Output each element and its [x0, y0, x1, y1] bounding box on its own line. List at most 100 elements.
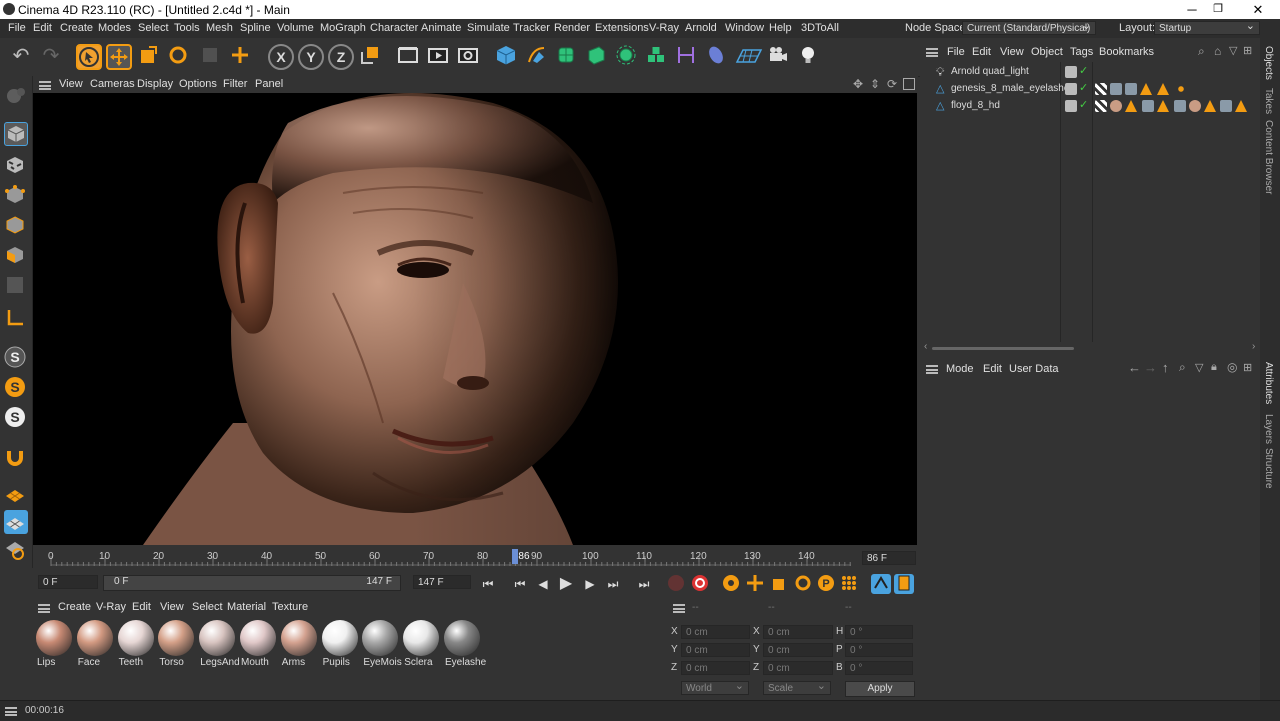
edges-mode-icon[interactable]: [4, 214, 28, 238]
solo-hierarchy-icon[interactable]: S: [4, 406, 28, 430]
material-swatch[interactable]: Pupils: [321, 619, 359, 668]
object-menu-object[interactable]: Object: [1031, 46, 1063, 58]
weight-tag-icon[interactable]: [1235, 100, 1247, 112]
render-picture-viewer-icon[interactable]: [427, 44, 453, 70]
material-swatch[interactable]: Torso: [157, 619, 195, 668]
close-button[interactable]: ✕: [1236, 0, 1280, 19]
position-key-icon[interactable]: [745, 574, 765, 594]
menu-spline[interactable]: Spline: [240, 22, 271, 34]
tab-takes[interactable]: Takes: [1263, 88, 1274, 114]
points-mode-icon[interactable]: [4, 184, 28, 208]
material-swatch[interactable]: Sclera: [402, 619, 440, 668]
cloner-icon[interactable]: [615, 44, 641, 70]
material-panel-menu-icon[interactable]: [38, 604, 50, 613]
attribute-new-panel-icon[interactable]: ⊞: [1243, 361, 1252, 374]
viewport-panel-menu-icon[interactable]: [39, 81, 51, 90]
coord-pos-z-field[interactable]: 0 cm: [681, 661, 750, 675]
scroll-left-icon[interactable]: ‹: [924, 341, 927, 352]
undo-icon[interactable]: ↶: [8, 44, 34, 70]
uv-mode-icon[interactable]: [4, 274, 28, 298]
menu-render[interactable]: Render: [554, 22, 590, 34]
attribute-menu-userdata[interactable]: User Data: [1009, 363, 1059, 375]
attribute-search-icon[interactable]: ⌕: [1179, 360, 1186, 375]
material-swatch[interactable]: EyeMois: [361, 619, 402, 668]
weight-tag-icon[interactable]: [1140, 83, 1152, 95]
enabled-check-icon[interactable]: ✓: [1079, 98, 1088, 111]
object-panel-menu-icon[interactable]: [926, 48, 938, 57]
live-select-icon[interactable]: [229, 44, 255, 70]
coord-space-dropdown[interactable]: World: [681, 679, 749, 695]
menu-window[interactable]: Window: [725, 22, 764, 34]
material-swatch[interactable]: Lips: [35, 619, 73, 668]
parameter-key-icon[interactable]: P: [816, 574, 836, 594]
attribute-panel-menu-icon[interactable]: [926, 365, 938, 374]
previous-key-icon[interactable]: ⏮: [510, 574, 530, 594]
menu-tools[interactable]: Tools: [174, 22, 200, 34]
menu-volume[interactable]: Volume: [277, 22, 314, 34]
make-editable-icon[interactable]: [4, 84, 28, 108]
coordinates-panel-menu-icon[interactable]: [673, 604, 685, 613]
layer-visibility-icon[interactable]: [1065, 66, 1077, 78]
point-level-animation-icon[interactable]: [839, 574, 859, 594]
home-icon[interactable]: ⌂: [1214, 44, 1221, 58]
timeline-ruler[interactable]: 0 10 20 30 40 50 60 70 80 90 100 110 120 130 140 86 86…: [33, 546, 918, 568]
play-icon[interactable]: ▶: [556, 574, 576, 594]
y-axis-lock-icon[interactable]: Y: [298, 44, 324, 70]
viewport-menu-cameras[interactable]: Cameras: [90, 78, 135, 90]
target-icon[interactable]: ◎: [1227, 360, 1237, 374]
weight-tag-icon[interactable]: [1204, 100, 1216, 112]
filter-icon[interactable]: ▽: [1229, 44, 1237, 57]
enabled-check-icon[interactable]: ✓: [1079, 81, 1088, 94]
restore-button[interactable]: ❐: [1196, 0, 1240, 19]
workplane-lock-icon[interactable]: [4, 538, 28, 562]
viewport-menu-view[interactable]: View: [59, 78, 83, 90]
menu-mesh[interactable]: Mesh: [206, 22, 233, 34]
keyframe-selection-icon[interactable]: [721, 574, 741, 594]
solo-icon[interactable]: S: [4, 376, 28, 400]
back-arrow-icon[interactable]: ←: [1128, 360, 1141, 375]
object-list-scrollbar[interactable]: ‹ ›: [922, 341, 1258, 355]
menu-character[interactable]: Character: [370, 22, 418, 34]
subdivision-surface-icon[interactable]: [555, 44, 581, 70]
weight-tag-icon[interactable]: [1157, 100, 1169, 112]
redo-icon[interactable]: ↷: [38, 44, 64, 70]
tab-content-browser[interactable]: Content Browser: [1263, 120, 1274, 194]
viewport-menu-display[interactable]: Display: [137, 78, 173, 90]
next-frame-icon[interactable]: ▶: [580, 574, 600, 594]
material-tag-icon[interactable]: [1189, 100, 1201, 112]
coord-mode-dropdown[interactable]: Scale: [763, 679, 831, 695]
pen-spline-icon[interactable]: [525, 44, 551, 70]
rotation-key-icon[interactable]: [793, 574, 813, 594]
light-icon[interactable]: [797, 44, 823, 70]
object-row-arnold-light[interactable]: 💡︎ Arnold quad_light ✓: [922, 64, 1258, 80]
lock-icon[interactable]: 🔒︎: [1211, 361, 1217, 374]
material-tag-icon[interactable]: [1142, 100, 1154, 112]
viewport-menu-options[interactable]: Options: [179, 78, 217, 90]
object-menu-file[interactable]: File: [947, 46, 965, 58]
attribute-filter-icon[interactable]: ▽: [1195, 361, 1203, 374]
cube-icon[interactable]: [495, 44, 521, 70]
texture-tag-icon[interactable]: [1095, 83, 1107, 95]
go-to-start-icon[interactable]: ⏮: [478, 574, 498, 594]
coord-size-y-field[interactable]: 0 cm: [763, 643, 833, 657]
coord-rot-h-field[interactable]: 0 °: [845, 625, 913, 639]
material-swatch[interactable]: LegsAnd: [198, 619, 240, 668]
motion-system-icon[interactable]: [871, 574, 891, 594]
layer-visibility-icon[interactable]: [1065, 83, 1077, 95]
next-key-icon[interactable]: ⏭: [603, 574, 623, 594]
render-settings-icon[interactable]: [457, 44, 483, 70]
menu-extensions[interactable]: Extensions: [595, 22, 649, 34]
object-menu-bookmarks[interactable]: Bookmarks: [1099, 46, 1154, 58]
material-menu-edit[interactable]: Edit: [132, 601, 151, 613]
magnet-icon[interactable]: [4, 446, 28, 470]
workplane-icon[interactable]: [4, 482, 28, 506]
field-icon[interactable]: [705, 44, 731, 70]
viewport-menu-filter[interactable]: Filter: [223, 78, 247, 90]
menu-modes[interactable]: Modes: [98, 22, 131, 34]
weight-tag-icon[interactable]: [1157, 83, 1169, 95]
floor-icon[interactable]: [735, 44, 765, 70]
material-swatch[interactable]: Teeth: [117, 619, 155, 668]
coord-pos-y-field[interactable]: 0 cm: [681, 643, 750, 657]
polygons-mode-icon[interactable]: [4, 244, 28, 268]
status-menu-icon[interactable]: [5, 707, 17, 716]
